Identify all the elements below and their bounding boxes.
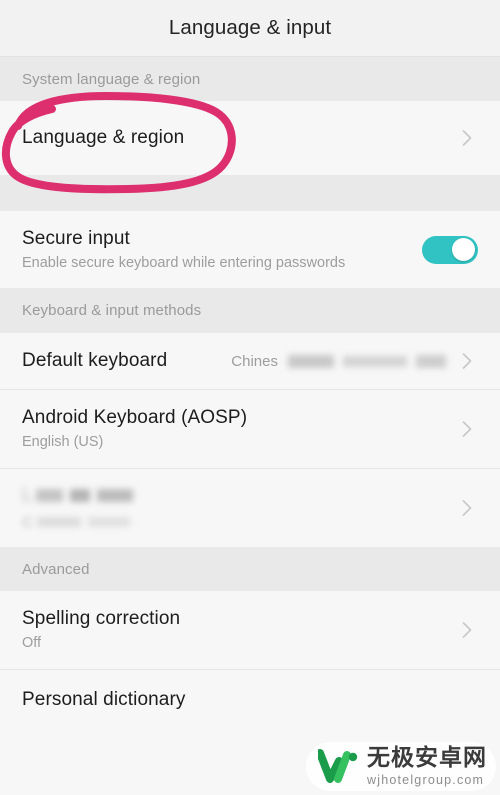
redacted-block	[36, 517, 81, 527]
section-header-label: Advanced	[22, 560, 90, 578]
chevron-right-icon	[456, 619, 478, 641]
row-title-redacted: L	[22, 485, 450, 507]
redacted-value-block	[288, 354, 334, 368]
row-subtitle: English (US)	[22, 433, 104, 450]
chevron-right-icon	[456, 497, 478, 519]
watermark: 无极安卓网 wjhotelgroup.com	[306, 741, 496, 791]
row-subtitle: Off	[22, 635, 42, 652]
section-spacer-band	[0, 175, 500, 211]
row-texts: Default keyboard	[22, 350, 231, 372]
row-texts: Android Keyboard (AOSP) English (US)	[22, 407, 450, 451]
redacted-block	[96, 489, 133, 502]
row-title: L	[22, 484, 34, 506]
row-title: Personal dictionary	[22, 689, 186, 711]
row-personal-dictionary[interactable]: Personal dictionary	[0, 669, 500, 731]
row-subtitle: C	[22, 513, 34, 531]
watermark-brand: 无极安卓网	[367, 744, 487, 771]
row-title: Secure input	[22, 227, 130, 249]
row-texts: Spelling correction Off	[22, 608, 450, 652]
chevron-right-icon	[456, 418, 478, 440]
section-header-label: Keyboard & input methods	[22, 302, 202, 319]
row-texts: Language & region	[22, 127, 450, 149]
row-title: Spelling correction	[22, 608, 181, 630]
row-redacted-keyboard[interactable]: L C	[0, 468, 500, 547]
settings-screen: Language & input System language & regio…	[0, 0, 500, 795]
toggle-knob	[452, 238, 475, 261]
wj-logo-icon	[318, 749, 358, 784]
row-texts: Personal dictionary	[22, 689, 478, 711]
row-texts: L C	[22, 485, 450, 531]
chevron-right-icon	[456, 127, 478, 149]
row-title: Android Keyboard (AOSP)	[22, 406, 248, 428]
row-texts: Secure input Enable secure keyboard whil…	[22, 228, 422, 272]
redacted-value-block	[416, 354, 446, 368]
section-header-label: System language & region	[22, 70, 201, 88]
row-title: Language & region	[22, 127, 185, 149]
section-header-system-language-region: System language & region	[0, 57, 500, 101]
redacted-block	[87, 517, 130, 527]
default-keyboard-value: Chines	[231, 352, 278, 370]
secure-input-toggle[interactable]	[422, 235, 478, 264]
row-android-keyboard-aosp[interactable]: Android Keyboard (AOSP) English (US)	[0, 389, 500, 468]
redacted-block	[69, 489, 90, 502]
row-secure-input[interactable]: Secure input Enable secure keyboard whil…	[0, 211, 500, 288]
page-title: Language & input	[168, 16, 332, 39]
app-bar: Language & input	[0, 0, 500, 57]
row-subtitle-redacted: C	[22, 514, 450, 531]
list-secure-input: Secure input Enable secure keyboard whil…	[0, 211, 500, 288]
row-subtitle: Enable secure keyboard while entering pa…	[22, 254, 346, 271]
watermark-url: wjhotelgroup.com	[367, 772, 485, 787]
row-default-keyboard[interactable]: Default keyboard Chines	[0, 333, 500, 389]
list-advanced: Spelling correction Off Personal diction…	[0, 591, 500, 731]
section-header-advanced: Advanced	[0, 547, 500, 591]
row-spelling-correction[interactable]: Spelling correction Off	[0, 591, 500, 669]
redacted-value-block	[343, 355, 407, 367]
chevron-right-icon	[456, 350, 478, 372]
list-keyboard-input-methods: Default keyboard Chines Android Keyboard…	[0, 333, 500, 547]
row-language-region[interactable]: Language & region	[0, 101, 500, 175]
redacted-block	[35, 489, 63, 502]
watermark-texts: 无极安卓网 wjhotelgroup.com	[367, 744, 487, 787]
row-title: Default keyboard	[22, 350, 168, 372]
section-header-keyboard-input-methods: Keyboard & input methods	[0, 288, 500, 333]
list-system-language-region: Language & region	[0, 101, 500, 175]
